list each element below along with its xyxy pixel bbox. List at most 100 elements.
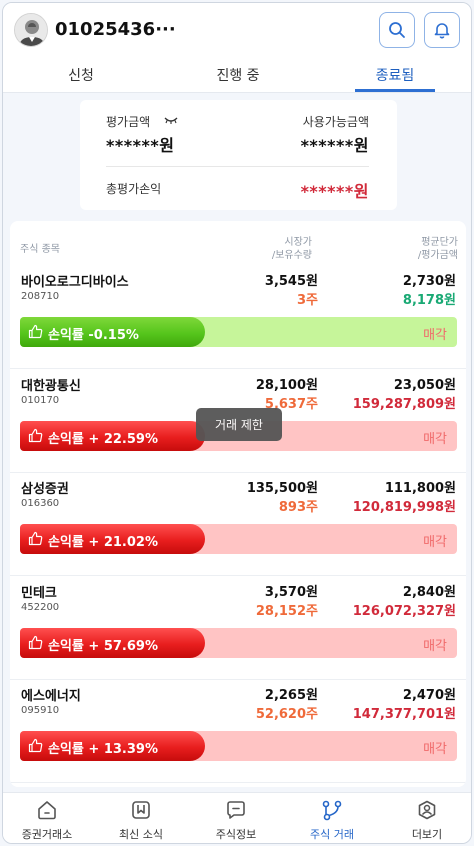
stock-name: 민테크 <box>21 586 57 601</box>
total-pnl-label: 총평가손익 <box>106 182 162 196</box>
tab-apply[interactable]: 신청 <box>31 65 131 85</box>
holding-quantity: 28,152주 <box>255 604 318 619</box>
available-amount-value: ******원 <box>300 136 369 155</box>
bookmark-icon <box>132 801 150 819</box>
account-summary-card: 평가금액 ******원 사용가능금액 ******원 총평가손익 ******… <box>80 100 397 210</box>
average-price: 2,840원 <box>402 585 456 600</box>
nav-item-more[interactable]: 더보기 <box>387 799 467 842</box>
active-tab-indicator <box>355 89 435 92</box>
tab-closed[interactable]: 종료됨 <box>345 65 445 85</box>
sell-button[interactable]: 매각 <box>423 635 447 654</box>
pnl-rate: 손익률 + 13.39% <box>48 742 158 757</box>
market-price: 28,100원 <box>255 378 318 393</box>
pnl-rate-pill: 손익률 -0.15% <box>20 317 205 347</box>
column-avg-header: 평균단가 /평가금액 <box>418 236 458 262</box>
stock-code: 452200 <box>21 602 60 613</box>
holdings-list: 주식 종목 시장가 /보유수량 평균단가 /평가금액 바이오로그디바이스 2087… <box>10 221 466 787</box>
summary-divider <box>106 166 369 167</box>
average-price: 23,050원 <box>393 378 456 393</box>
thumbs-up-icon <box>28 531 43 546</box>
pnl-rate: 손익률 -0.15% <box>48 328 139 343</box>
nav-label-stock-trade: 주식 거래 <box>310 828 354 841</box>
holding-row[interactable]: 민테크 452200 3,570원 28,152주 2,840원 126,072,327원… <box>10 576 466 680</box>
nav-item-stock-trade[interactable]: 주식 거래 <box>292 799 372 842</box>
notification-button[interactable] <box>424 12 460 48</box>
nav-label-exchange: 증권거래소 <box>21 828 73 841</box>
tab-in-progress[interactable]: 진행 중 <box>188 65 288 85</box>
nav-label-more: 더보기 <box>411 828 443 841</box>
holding-row[interactable]: 바이오로그디바이스 208710 3,545원 3주 2,730원 8,178원손익률 -… <box>10 265 466 369</box>
eval-amount-value: ******원 <box>106 136 175 155</box>
avatar[interactable] <box>14 13 48 47</box>
sell-button[interactable]: 매각 <box>423 428 447 447</box>
holding-quantity: 893주 <box>278 500 318 515</box>
user-avatar-icon <box>15 14 47 46</box>
sell-button[interactable]: 매각 <box>423 324 447 343</box>
pnl-rate-pill: 손익률 + 57.69% <box>20 628 205 658</box>
pnl-bar: 손익률 + 21.02% 매각 <box>20 524 457 554</box>
app-header: 01025436··· 신청 진행 중 종료됨 <box>3 3 471 93</box>
chat-icon <box>227 801 245 819</box>
stock-code: 010170 <box>21 395 60 406</box>
thumbs-up-icon <box>28 738 43 753</box>
pnl-rate: 손익률 + 22.59% <box>48 432 158 447</box>
holding-row[interactable]: 에스에너지 095910 2,265원 52,620주 2,470원 147,377,70… <box>10 679 466 783</box>
market-price: 3,545원 <box>264 274 318 289</box>
pnl-bar: 손익률 + 57.69% 매각 <box>20 628 457 658</box>
pnl-rate-pill: 손익률 + 22.59% <box>20 421 205 451</box>
column-price-header-line1: 시장가 <box>284 237 312 248</box>
stock-code: 208710 <box>21 291 60 302</box>
sell-button[interactable]: 매각 <box>423 738 447 757</box>
nav-label-news: 최신 소식 <box>119 828 163 841</box>
stock-name: 대한광통신 <box>21 379 81 394</box>
column-avg-header-line1: 평균단가 <box>421 237 458 248</box>
pnl-bar: 손익률 + 13.39% 매각 <box>20 731 457 761</box>
evaluation-amount: 159,287,809원 <box>352 397 456 412</box>
home-icon <box>38 801 56 820</box>
trade-restriction-tooltip: 거래 제한 <box>196 408 282 441</box>
evaluation-amount: 126,072,327원 <box>352 604 456 619</box>
pnl-rate: 손익률 + 21.02% <box>48 535 158 550</box>
bottom-nav: 증권거래소 최신 소식 주식정보 주식 거래 더보기 <box>3 792 471 843</box>
stock-name: 바이오로그디바이스 <box>21 275 129 290</box>
evaluation-amount: 147,377,701원 <box>352 707 456 722</box>
holding-row[interactable]: 삼성증권 016360 135,500원 893주 111,800원 120,819,99… <box>10 472 466 576</box>
market-price: 3,570원 <box>264 585 318 600</box>
thumbs-up-icon <box>28 428 43 443</box>
user-name: 01025436··· <box>55 19 176 40</box>
market-price: 135,500원 <box>246 481 318 496</box>
stock-code: 095910 <box>21 705 60 716</box>
status-tabs: 신청 진행 중 종료됨 <box>3 59 471 93</box>
column-avg-header-line2: /평가금액 <box>417 250 458 261</box>
share-icon <box>322 800 342 821</box>
profile-icon <box>418 800 436 820</box>
stock-name: 에스에너지 <box>21 689 81 704</box>
average-price: 2,730원 <box>402 274 456 289</box>
holding-quantity: 3주 <box>296 293 318 308</box>
eval-amount-label: 평가금액 <box>106 115 151 129</box>
total-pnl-value: ******원 <box>300 182 369 201</box>
column-price-header-line2: /보유수량 <box>271 250 312 261</box>
thumbs-up-icon <box>28 324 43 339</box>
evaluation-amount: 120,819,998원 <box>352 500 456 515</box>
stock-code: 016360 <box>21 498 60 509</box>
search-button[interactable] <box>379 12 415 48</box>
nav-item-exchange[interactable]: 증권거래소 <box>7 799 87 842</box>
app-frame: 01025436··· 신청 진행 중 종료됨 평가금액 ******원 사용가… <box>2 2 472 844</box>
available-amount-label: 사용가능금액 <box>302 115 369 129</box>
bell-icon <box>434 23 450 39</box>
evaluation-amount: 8,178원 <box>402 293 456 308</box>
column-stock-header: 주식 종목 <box>20 244 60 255</box>
pnl-bar: 손익률 -0.15% 매각 <box>20 317 457 347</box>
nav-item-news[interactable]: 최신 소식 <box>101 799 181 842</box>
average-price: 111,800원 <box>384 481 456 496</box>
pnl-rate: 손익률 + 57.69% <box>48 639 158 654</box>
thumbs-up-icon <box>28 635 43 650</box>
sell-button[interactable]: 매각 <box>423 531 447 550</box>
nav-item-stock-info[interactable]: 주식정보 <box>196 799 276 842</box>
column-price-header: 시장가 /보유수량 <box>272 236 312 262</box>
hide-eye-icon[interactable] <box>164 117 178 125</box>
holding-quantity: 52,620주 <box>255 707 318 722</box>
market-price: 2,265원 <box>264 688 318 703</box>
average-price: 2,470원 <box>402 688 456 703</box>
